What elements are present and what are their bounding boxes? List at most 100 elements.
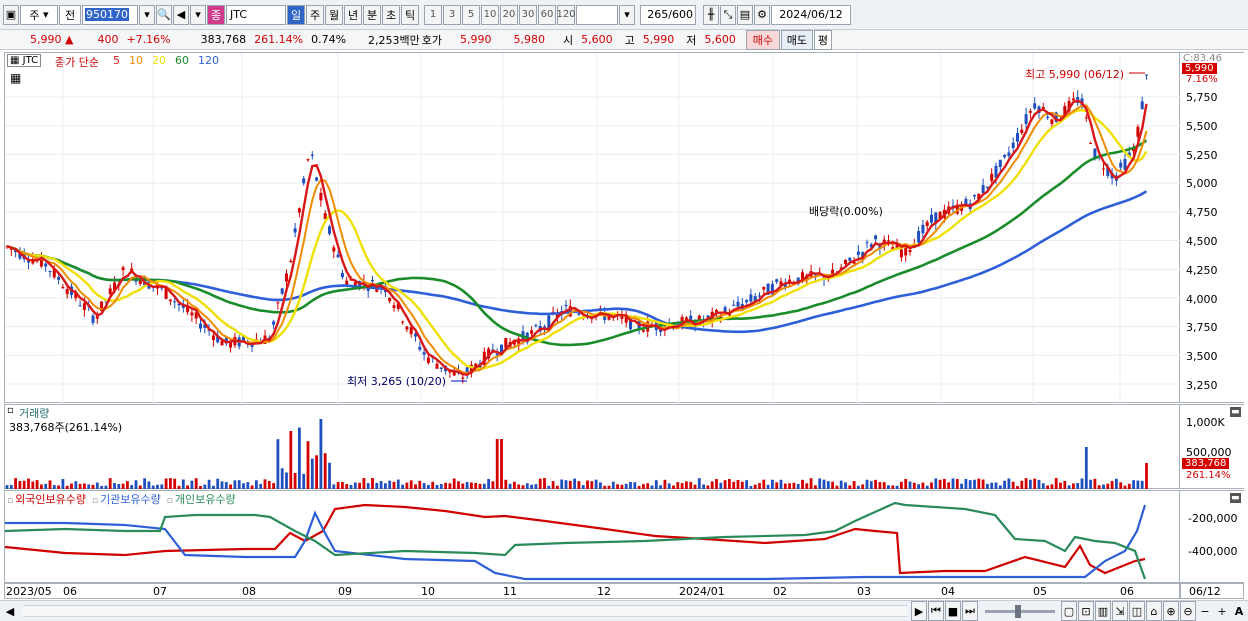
zoom-out-icon[interactable]: ⊖	[1180, 601, 1196, 621]
bar-icon[interactable]: ▥	[1095, 601, 1111, 621]
expand-icon[interactable]: +	[1214, 601, 1230, 621]
candle-icon[interactable]: ╫	[703, 4, 719, 25]
date-input[interactable]: 2024/06/12	[771, 4, 851, 25]
candle-body	[426, 357, 430, 363]
window-icon[interactable]: ▣	[3, 4, 19, 25]
low-price: 5,600	[704, 33, 736, 46]
volume-bar	[702, 484, 705, 489]
volume-bar	[70, 483, 73, 489]
lock-icon[interactable]: ⌂	[1146, 601, 1162, 621]
volume-bar	[143, 478, 146, 489]
period-button-4[interactable]: 분	[363, 4, 381, 25]
dropdown-icon[interactable]: ▾	[619, 4, 635, 25]
volume-bar	[40, 484, 43, 489]
volume-bar	[173, 478, 177, 489]
last-icon[interactable]: ⏭	[962, 601, 978, 621]
layers-icon[interactable]: ◫	[1129, 601, 1145, 621]
volume-bar	[349, 484, 353, 489]
volume-bar	[431, 481, 435, 489]
volume-bar	[947, 482, 951, 489]
holdings-chart[interactable]: ▫ 외국인보유수량 ▫ 기관보유수량 ▫ 개인보유수량	[4, 490, 1180, 583]
search-icon[interactable]: 🔍	[156, 4, 172, 25]
number-button-3[interactable]: 10	[481, 4, 499, 25]
volume-bar	[207, 479, 211, 489]
draw-icon[interactable]: ⤡	[720, 4, 736, 25]
volume-bar	[1054, 478, 1058, 489]
period-button-3[interactable]: 년	[344, 4, 362, 25]
period-button-6[interactable]: 틱	[401, 4, 419, 25]
sound-icon[interactable]: ◀	[173, 4, 189, 25]
shrink-icon[interactable]: −	[1197, 601, 1213, 621]
volume-bar	[1140, 480, 1144, 489]
volume-bar	[418, 480, 422, 489]
candle-body	[1028, 111, 1032, 113]
stop-icon[interactable]: ■	[945, 601, 961, 621]
price-tick: 5,250	[1186, 148, 1218, 162]
x-axis-label: 2023/05	[6, 585, 52, 598]
sell-button[interactable]: 매도	[780, 29, 813, 50]
x-axis-label: 07	[153, 585, 167, 598]
scroll-right-icon[interactable]: ▶	[911, 601, 927, 621]
number-button-7[interactable]: 120	[556, 4, 576, 25]
volume-bar	[732, 481, 736, 489]
candle-body	[1003, 155, 1007, 158]
volume-bar	[1067, 485, 1071, 489]
number-button-5[interactable]: 30	[519, 4, 537, 25]
scale-icon[interactable]: ⇲	[1112, 601, 1128, 621]
box-icon[interactable]: ▢	[1061, 601, 1077, 621]
candle-body	[302, 178, 306, 184]
candle-body	[405, 326, 409, 330]
volume-bar	[108, 478, 112, 489]
period-button-5[interactable]: 초	[382, 4, 400, 25]
dropdown-icon[interactable]: ▾	[139, 4, 155, 25]
scroll-left-icon[interactable]: ◀	[2, 601, 18, 621]
number-button-2[interactable]: 5	[462, 4, 480, 25]
code-input[interactable]: 950170	[82, 4, 138, 25]
volume-bar	[478, 483, 482, 489]
volume-axis: ▬ 1,000K 500,000 383,768 261.14%	[1180, 404, 1244, 489]
volume-bar	[981, 479, 985, 489]
scrollbar-track[interactable]	[23, 605, 907, 617]
volume-bar	[925, 485, 929, 489]
volume-bar	[285, 472, 288, 489]
volume-chart[interactable]: ▫ 거래량 383,768주(261.14%)	[4, 404, 1180, 489]
candle-body	[435, 363, 439, 369]
dropdown-icon[interactable]: ▾	[190, 4, 206, 25]
pane-close-icon[interactable]: ▬	[1230, 407, 1241, 417]
volume-bar	[147, 481, 151, 489]
period-button-0[interactable]: 일	[287, 4, 305, 25]
save-icon[interactable]: ▤	[737, 4, 753, 25]
period-button-1[interactable]: 주	[306, 4, 324, 25]
buy-button[interactable]: 매수	[745, 29, 780, 50]
volume-bar	[977, 478, 981, 489]
price-tick: 4,250	[1186, 263, 1218, 277]
type-select[interactable]: 주 ▾	[20, 4, 58, 25]
number-button-4[interactable]: 20	[500, 4, 518, 25]
period-button-2[interactable]: 월	[325, 4, 343, 25]
volume-bar	[341, 481, 344, 489]
number-button-1[interactable]: 3	[443, 4, 461, 25]
volume-bar	[1029, 479, 1032, 489]
volume-bar	[917, 484, 920, 489]
volume-bar	[302, 473, 306, 489]
number-button-0[interactable]: 1	[424, 4, 442, 25]
first-icon[interactable]: ⏮	[928, 601, 944, 621]
volume-bar	[1037, 479, 1041, 489]
font-icon[interactable]: A	[1231, 601, 1247, 621]
pane-close-icon[interactable]: ▬	[1230, 493, 1241, 503]
box-zoom-icon[interactable]: ⊡	[1078, 601, 1094, 621]
candle-body	[1016, 133, 1019, 142]
zoom-in-icon[interactable]: ⊕	[1163, 601, 1179, 621]
candle-body	[775, 279, 779, 282]
count-display[interactable]: 265/600	[640, 4, 696, 25]
gear-icon[interactable]: ⚙	[754, 4, 770, 25]
number-button-6[interactable]: 60	[538, 4, 556, 25]
prev-button[interactable]: 전	[59, 4, 81, 25]
zoom-slider[interactable]	[985, 604, 1055, 618]
candle-body	[981, 185, 985, 194]
candle-body	[61, 286, 65, 289]
volume-bar	[568, 480, 572, 489]
avg-button[interactable]: 평	[813, 29, 832, 50]
interval-select[interactable]	[576, 4, 618, 25]
price-chart[interactable]: ▦ JTC 종가 단순 5 10 20 60 120 ▦ 최고 5,990 (06/12…	[4, 52, 1181, 404]
